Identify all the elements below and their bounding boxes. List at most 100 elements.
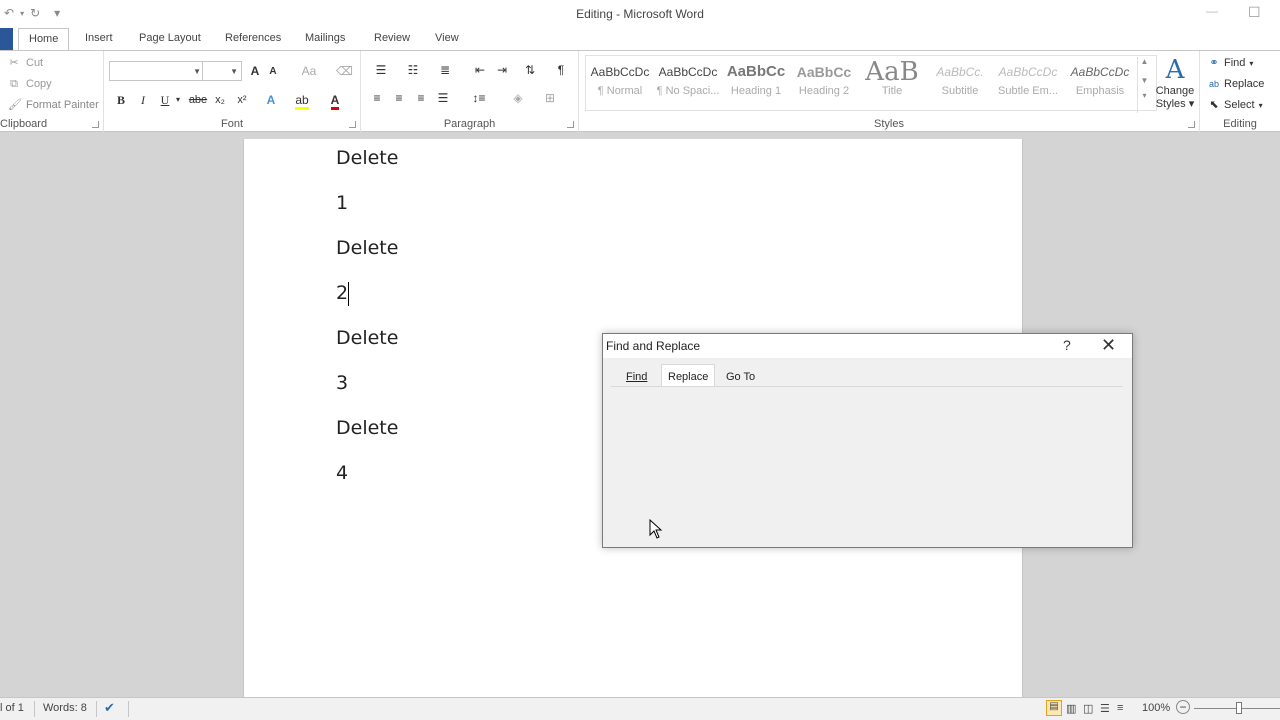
change-styles-button[interactable]: A Change Styles ▾ [1155, 55, 1195, 110]
grow-font-button[interactable]: A [248, 62, 262, 80]
italic-button[interactable]: I [136, 91, 150, 109]
numbered-list-icon: ☷ [407, 63, 419, 77]
tab-insert[interactable]: Insert [85, 32, 113, 44]
font-color-button[interactable]: A [328, 91, 342, 110]
line-spacing-button[interactable]: ↕≡ [467, 89, 491, 107]
help-button[interactable]: ? [1063, 337, 1071, 353]
more-icon[interactable]: ▾ [1138, 91, 1151, 100]
style-normal[interactable]: AaBbCcDc ¶ Normal [587, 59, 653, 109]
tab-home[interactable]: Home [18, 28, 70, 51]
cut-button[interactable]: ✂ Cut [8, 57, 43, 69]
shrink-font-button[interactable]: A [267, 63, 279, 81]
justify-button[interactable]: ☰ [435, 89, 451, 107]
superscript-button[interactable]: x² [234, 91, 250, 109]
font-name-combo[interactable]: ▼ [109, 61, 205, 81]
decrease-indent-icon: ⇤ [474, 63, 486, 77]
document-line[interactable]: 4 [336, 462, 348, 484]
close-icon[interactable]: ✕ [1101, 335, 1116, 356]
print-layout-icon[interactable]: ▤ [1046, 700, 1062, 716]
paragraph-launcher-icon[interactable] [567, 121, 574, 128]
align-left-button[interactable]: ≡ [369, 89, 385, 107]
zoom-slider-thumb[interactable] [1236, 702, 1242, 714]
tab-go-to[interactable]: Go To [719, 366, 762, 387]
text-effects-button[interactable]: A [264, 91, 278, 109]
style-heading-1[interactable]: AaBbCc Heading 1 [723, 59, 789, 109]
draft-icon[interactable]: ≡ [1117, 702, 1123, 714]
tab-page-layout[interactable]: Page Layout [139, 32, 201, 44]
minimize-button[interactable]: — [1206, 4, 1218, 18]
underline-dropdown[interactable]: ▾ [174, 91, 182, 109]
proofing-icon[interactable]: ✔ [104, 700, 115, 716]
tab-mailings[interactable]: Mailings [305, 32, 345, 44]
style-name: Heading 2 [798, 85, 850, 97]
dialog-title-bar[interactable]: Find and Replace ? ✕ [603, 334, 1132, 358]
full-screen-reading-icon[interactable]: ▥ [1066, 702, 1076, 715]
tab-references[interactable]: References [225, 32, 281, 44]
gallery-scroll[interactable]: ▲ ▼ ▾ [1137, 57, 1151, 113]
strikethrough-button[interactable]: abe [188, 91, 208, 109]
replace-icon: ab [1208, 79, 1219, 89]
web-layout-icon[interactable]: ◫ [1083, 702, 1093, 715]
zoom-out-icon[interactable]: − [1176, 700, 1190, 714]
style-subtle-emphasis[interactable]: AaBbCcDc Subtle Em... [995, 59, 1061, 109]
style-subtitle[interactable]: AaBbCc. Subtitle [927, 59, 993, 109]
outline-icon[interactable]: ☰ [1100, 702, 1110, 715]
document-line[interactable]: Delete [336, 327, 398, 349]
clear-formatting-button[interactable]: ⌫ [336, 62, 353, 80]
mouse-pointer-icon [649, 518, 663, 542]
numbering-button[interactable]: ☷ [401, 61, 425, 79]
highlight-button[interactable]: ab [294, 91, 310, 110]
document-line[interactable]: 2 [336, 282, 348, 304]
copy-button[interactable]: ⧉ Copy [8, 78, 52, 90]
style-heading-2[interactable]: AaBbCc Heading 2 [791, 59, 857, 109]
tab-review[interactable]: Review [374, 32, 410, 44]
page-counter[interactable]: l of 1 [0, 702, 24, 714]
find-button[interactable]: ⚭ Find ▾ [1208, 57, 1253, 69]
styles-group: AaBbCcDc ¶ Normal AaBbCcDc ¶ No Spaci...… [579, 51, 1200, 132]
file-tab[interactable] [0, 28, 13, 50]
select-button[interactable]: ⬉ Select ▾ [1208, 99, 1262, 111]
borders-button[interactable]: ⊞ [539, 89, 561, 107]
style-title[interactable]: AaB Title [859, 59, 925, 109]
clipboard-launcher-icon[interactable] [92, 121, 99, 128]
multilevel-list-icon: ≣ [439, 63, 451, 77]
sort-button[interactable]: ⇅ [521, 61, 539, 79]
tab-find[interactable]: Find [619, 366, 654, 387]
replace-button[interactable]: ab Replace [1208, 78, 1264, 90]
format-painter-button[interactable]: 🖌 Format Painter [8, 99, 99, 111]
maximize-button[interactable]: ☐ [1248, 4, 1261, 21]
document-line[interactable]: 1 [336, 192, 348, 214]
align-center-button[interactable]: ≡ [391, 89, 407, 107]
strikethrough-icon: abe [188, 94, 208, 106]
word-count[interactable]: Words: 8 [43, 702, 87, 714]
increase-indent-button[interactable]: ⇥ [493, 61, 511, 79]
tab-view[interactable]: View [435, 32, 459, 44]
multilevel-list-button[interactable]: ≣ [433, 61, 457, 79]
align-left-icon: ≡ [373, 91, 381, 105]
zoom-level[interactable]: 100% [1142, 702, 1170, 714]
show-marks-button[interactable]: ¶ [553, 61, 569, 79]
chevron-up-icon[interactable]: ▲ [1138, 57, 1151, 66]
decrease-indent-button[interactable]: ⇤ [471, 61, 489, 79]
document-line[interactable]: Delete [336, 147, 398, 169]
style-emphasis[interactable]: AaBbCcDc Emphasis [1067, 59, 1133, 109]
align-right-button[interactable]: ≡ [413, 89, 429, 107]
clipboard-group-label: Clipboard [0, 118, 48, 130]
document-line[interactable]: Delete [336, 417, 398, 439]
styles-launcher-icon[interactable] [1188, 121, 1195, 128]
shading-button[interactable]: ◈ [507, 89, 529, 107]
subscript-button[interactable]: x₂ [212, 91, 228, 109]
change-case-button[interactable]: Aa [298, 62, 320, 80]
style-no-spacing[interactable]: AaBbCcDc ¶ No Spaci... [655, 59, 721, 109]
font-size-combo[interactable]: ▼ [202, 61, 242, 81]
bullets-button[interactable]: ☰ [369, 61, 393, 79]
dialog-tab-panel [611, 387, 1123, 537]
underline-button[interactable]: U [158, 91, 172, 109]
font-launcher-icon[interactable] [349, 121, 356, 128]
chevron-down-icon[interactable]: ▼ [1138, 76, 1151, 85]
document-line[interactable]: 3 [336, 372, 348, 394]
tab-replace[interactable]: Replace [661, 364, 716, 387]
bold-button[interactable]: B [114, 91, 128, 109]
document-line[interactable]: Delete [336, 237, 398, 259]
subscript-icon: x₂ [215, 94, 225, 106]
